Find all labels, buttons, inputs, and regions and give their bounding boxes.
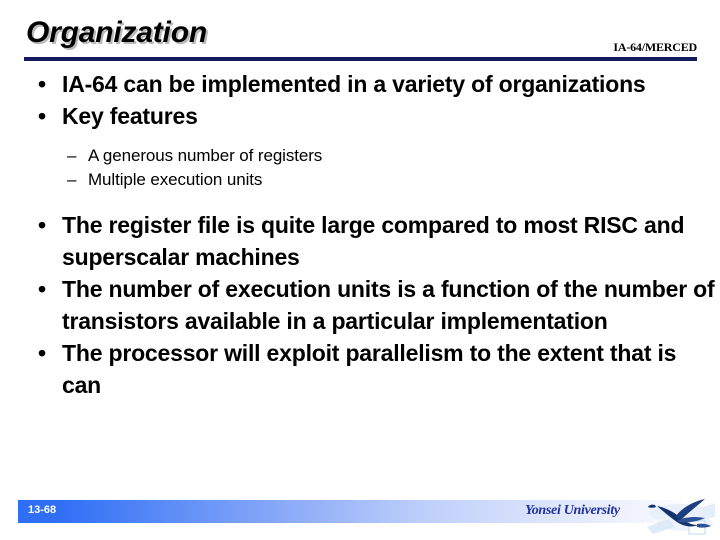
sub-bullet-text: Multiple execution units <box>88 170 263 189</box>
bullet-marker-icon: • <box>38 212 46 238</box>
page-number: 13-68 <box>28 504 57 516</box>
page-title: Organization <box>26 16 207 49</box>
header-subject-tag: IA-64/MERCED <box>613 40 697 54</box>
bullet-marker-icon: • <box>38 340 46 366</box>
eagle-logo-icon <box>645 497 717 539</box>
bullet-item: • The processor will exploit parallelism… <box>0 337 720 401</box>
bullet-text: The processor will exploit parallelism t… <box>62 340 677 398</box>
organization-name: Yonsei University <box>525 503 620 518</box>
slide-body: • IA-64 can be implemented in a variety … <box>0 68 720 468</box>
bullet-text: The register file is quite large compare… <box>62 212 685 270</box>
sub-bullet-text: A generous number of registers <box>88 146 323 165</box>
bullet-marker-icon: • <box>38 276 46 302</box>
sub-bullet-item: – Multiple execution units <box>0 168 720 192</box>
bullet-marker-icon: • <box>38 103 46 129</box>
slide: Organization IA-64/MERCED • IA-64 can be… <box>0 0 720 540</box>
bullet-item: • The register file is quite large compa… <box>0 209 720 273</box>
sub-bullet-item: – A generous number of registers <box>0 144 720 168</box>
bullet-marker-icon: • <box>38 71 46 97</box>
sub-bullet-marker-icon: – <box>67 146 77 165</box>
bullet-item: • Key features <box>0 100 720 132</box>
sub-bullet-marker-icon: – <box>67 170 77 189</box>
bullet-item: • IA-64 can be implemented in a variety … <box>0 68 720 100</box>
bullet-text: The number of execution units is a funct… <box>62 276 715 334</box>
bullet-text: Key features <box>62 103 198 129</box>
header-divider <box>24 57 697 61</box>
bullet-text: IA-64 can be implemented in a variety of… <box>62 71 646 97</box>
bullet-item: • The number of execution units is a fun… <box>0 273 720 337</box>
